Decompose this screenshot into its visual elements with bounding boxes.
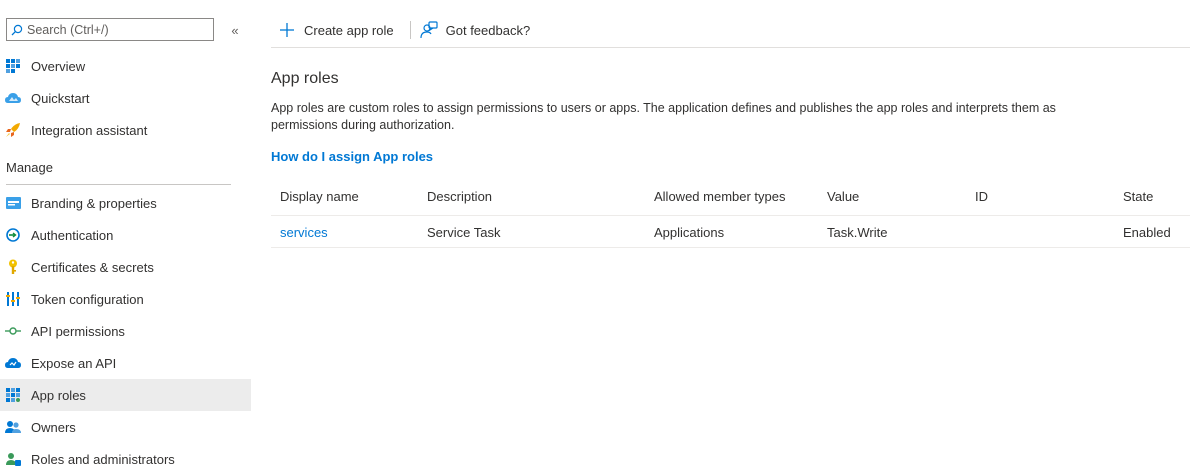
- sidebar: Search (Ctrl+/) « Overview Quickstart In…: [0, 0, 251, 471]
- sidebar-item-label: API permissions: [31, 323, 125, 339]
- column-header-id[interactable]: ID: [975, 189, 988, 204]
- sidebar-item-label: Token configuration: [31, 291, 144, 307]
- key-icon: [5, 259, 21, 275]
- sidebar-item-label: Certificates & secrets: [31, 259, 154, 275]
- search-box[interactable]: Search (Ctrl+/): [6, 18, 214, 41]
- cell-description: Service Task: [427, 225, 501, 240]
- search-input[interactable]: Search (Ctrl+/): [27, 23, 109, 37]
- sidebar-item-authentication[interactable]: Authentication: [0, 219, 251, 251]
- sidebar-item-label: Expose an API: [31, 355, 117, 371]
- table-row-divider: [271, 247, 1190, 248]
- cloud-icon: [5, 355, 21, 371]
- api-permissions-icon: [5, 323, 21, 339]
- owners-icon: [5, 419, 21, 435]
- column-header-description[interactable]: Description: [427, 189, 492, 204]
- table-header-divider: [271, 215, 1190, 216]
- sidebar-item-label: Quickstart: [31, 90, 90, 106]
- sidebar-item-app-roles[interactable]: App roles: [0, 379, 251, 411]
- create-app-role-button[interactable]: Create app role: [271, 15, 394, 45]
- sidebar-item-overview[interactable]: Overview: [0, 50, 251, 82]
- search-icon: [7, 19, 27, 40]
- plus-icon: [278, 21, 296, 39]
- sidebar-item-roles-administrators[interactable]: Roles and administrators: [0, 443, 251, 475]
- sidebar-item-expose-api[interactable]: Expose an API: [0, 347, 251, 379]
- cell-value: Task.Write: [827, 225, 888, 240]
- sidebar-item-branding[interactable]: Branding & properties: [0, 187, 251, 219]
- toolbar-divider: [409, 21, 411, 39]
- quickstart-icon: [5, 90, 21, 106]
- sidebar-item-owners[interactable]: Owners: [0, 411, 251, 443]
- cell-display-name-link[interactable]: services: [280, 225, 328, 240]
- app-roles-icon: [5, 387, 21, 403]
- section-divider: [6, 184, 231, 185]
- sidebar-item-integration-assistant[interactable]: Integration assistant: [0, 114, 251, 146]
- sidebar-item-label: Branding & properties: [31, 195, 157, 211]
- feedback-icon: [420, 21, 438, 39]
- feedback-label: Got feedback?: [445, 22, 531, 38]
- sidebar-item-certificates[interactable]: Certificates & secrets: [0, 251, 251, 283]
- token-icon: [5, 291, 21, 307]
- sidebar-item-label: Integration assistant: [31, 122, 148, 138]
- help-link-assign-app-roles[interactable]: How do I assign App roles: [271, 149, 433, 164]
- roles-admin-icon: [5, 451, 21, 467]
- sidebar-item-api-permissions[interactable]: API permissions: [0, 315, 251, 347]
- sidebar-item-label: Overview: [31, 58, 86, 74]
- sidebar-item-label: Roles and administrators: [31, 451, 175, 467]
- create-app-role-label: Create app role: [304, 22, 394, 38]
- branding-icon: [5, 195, 21, 211]
- authentication-icon: [5, 227, 21, 243]
- section-title-manage: Manage: [6, 160, 53, 175]
- page-title: App roles: [271, 70, 339, 87]
- sidebar-item-label: App roles: [31, 387, 86, 403]
- rocket-icon: [5, 122, 21, 138]
- sidebar-item-quickstart[interactable]: Quickstart: [0, 82, 251, 114]
- overview-icon: [5, 58, 21, 74]
- command-bar-divider: [271, 47, 1190, 48]
- column-header-state[interactable]: State: [1123, 189, 1153, 204]
- column-header-display-name[interactable]: Display name: [280, 189, 359, 204]
- column-header-value[interactable]: Value: [827, 189, 859, 204]
- sidebar-item-token-configuration[interactable]: Token configuration: [0, 283, 251, 315]
- page-description: App roles are custom roles to assign per…: [271, 101, 1056, 132]
- command-bar: Create app role Got feedback?: [271, 15, 530, 45]
- cell-state: Enabled: [1123, 225, 1171, 240]
- column-header-allowed-member-types[interactable]: Allowed member types: [654, 189, 786, 204]
- cell-allowed-member-types: Applications: [654, 225, 725, 240]
- collapse-sidebar-button[interactable]: «: [228, 20, 242, 40]
- sidebar-item-label: Authentication: [31, 227, 114, 243]
- sidebar-item-label: Owners: [31, 419, 76, 435]
- feedback-button[interactable]: Got feedback?: [420, 15, 531, 45]
